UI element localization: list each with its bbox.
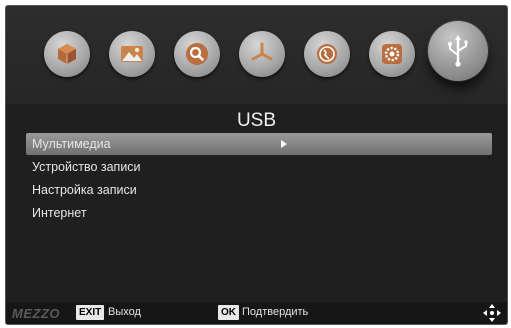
usb-icon[interactable]: [428, 21, 488, 81]
globe-icon[interactable]: [304, 31, 350, 77]
category-icon-bar: [6, 6, 507, 104]
menu-item-multimedia[interactable]: Мультимедиа: [26, 133, 492, 155]
search-icon[interactable]: [174, 31, 220, 77]
menu-item-label: Устройство записи: [32, 160, 141, 174]
channels-icon[interactable]: [239, 31, 285, 77]
page-title: USB: [236, 110, 277, 131]
menu-item-recording-device[interactable]: Устройство записи: [26, 156, 492, 178]
menu-item-label: Интернет: [32, 206, 87, 220]
ok-key-badge[interactable]: OK: [218, 305, 239, 320]
footer-bar: MEZZO EXIT Выход OK Подтвердить: [6, 302, 507, 324]
submenu-arrow-icon: [281, 140, 287, 148]
brand-logo: MEZZO: [12, 306, 60, 321]
tv-screen: USB Мультимедиа Устройство записи Настро…: [5, 5, 508, 325]
menu-item-label: Настройка записи: [32, 183, 137, 197]
ok-label: Подтвердить: [242, 306, 309, 318]
menu-item-recording-settings[interactable]: Настройка записи: [26, 179, 492, 201]
multimedia-cube-icon[interactable]: [44, 31, 90, 77]
exit-label: Выход: [108, 306, 141, 318]
dpad-arrows-icon: [483, 304, 501, 324]
exit-key-badge[interactable]: EXIT: [76, 305, 105, 320]
menu-item-internet[interactable]: Интернет: [26, 202, 492, 224]
gear-icon[interactable]: [369, 31, 415, 77]
menu-item-label: Мультимедиа: [32, 137, 111, 151]
picture-icon[interactable]: [109, 31, 155, 77]
